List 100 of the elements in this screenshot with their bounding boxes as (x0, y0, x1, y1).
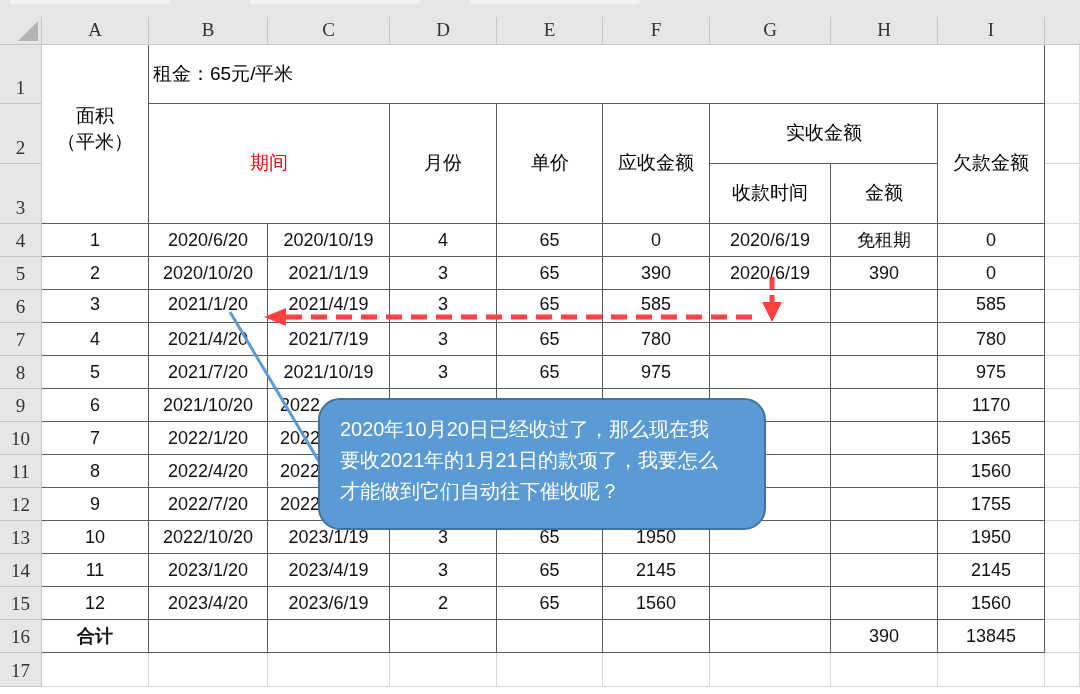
table-cell: 585 (938, 290, 1045, 323)
table-cell: 2022/4/20 (149, 455, 268, 488)
column-header[interactable]: A (42, 17, 149, 45)
column-header[interactable]: E (497, 17, 603, 45)
table-cell: 欠款金额 (938, 104, 1045, 224)
table-cell: 2 (390, 587, 497, 620)
table-cell: 2 (42, 257, 149, 290)
row-header[interactable]: 9 (0, 389, 42, 422)
table-cell: 3 (390, 554, 497, 587)
row-header[interactable]: 5 (0, 257, 42, 290)
row-header[interactable]: 13 (0, 521, 42, 554)
column-header[interactable]: D (390, 17, 497, 45)
table-cell: 2145 (603, 554, 710, 587)
table-cell: 2021/1/20 (149, 290, 268, 323)
table-cell: 4 (390, 224, 497, 257)
table-cell: 390 (603, 257, 710, 290)
table-cell: 1560 (938, 587, 1045, 620)
table-cell: 1950 (938, 521, 1045, 554)
row-header[interactable]: 2 (0, 104, 42, 164)
table-cell: 2145 (938, 554, 1045, 587)
table-cell: 1755 (938, 488, 1045, 521)
column-header[interactable]: F (603, 17, 710, 45)
table-cell: 3 (42, 290, 149, 323)
table-cell: 1170 (938, 389, 1045, 422)
table-cell: 975 (938, 356, 1045, 389)
table-cell: 2021/10/20 (149, 389, 268, 422)
table-cell: 390 (831, 257, 938, 290)
table-cell: 1365 (938, 422, 1045, 455)
row-header[interactable]: 8 (0, 356, 42, 389)
column-header[interactable]: H (831, 17, 938, 45)
table-cell: 2021/7/20 (149, 356, 268, 389)
table-cell: 6 (42, 389, 149, 422)
table-cell: 2022/1/20 (149, 422, 268, 455)
table-cell: 2023/4/19 (268, 554, 390, 587)
table-cell: 3 (390, 257, 497, 290)
row-header[interactable]: 11 (0, 455, 42, 488)
row-header[interactable]: 4 (0, 224, 42, 257)
callout-bubble: 2020年10月20日已经收过了，那么现在我要收2021年的1月21日的款项了，我要怎么才能做到它们自动往下催收呢？ (318, 398, 766, 530)
table-cell: 65 (497, 224, 603, 257)
table-cell: 7 (42, 422, 149, 455)
table-cell: 2020/6/19 (710, 257, 831, 290)
row-header[interactable]: 16 (0, 620, 42, 653)
table-cell: 0 (938, 257, 1045, 290)
table-cell: 免租期 (831, 224, 938, 257)
column-header[interactable]: B (149, 17, 268, 45)
row-header[interactable]: 6 (0, 290, 42, 323)
table-cell: 65 (497, 356, 603, 389)
table-cell: 2021/10/19 (268, 356, 390, 389)
table-cell: 租金：65元/平米 (149, 45, 1045, 104)
table-cell: 9 (42, 488, 149, 521)
table-cell: 1560 (938, 455, 1045, 488)
table-cell: 0 (603, 224, 710, 257)
table-cell: 1 (42, 224, 149, 257)
table-cell: 10 (42, 521, 149, 554)
column-header[interactable]: I (938, 17, 1045, 45)
row-header[interactable]: 14 (0, 554, 42, 587)
column-header[interactable]: G (710, 17, 831, 45)
table-cell: 4 (42, 323, 149, 356)
row-header[interactable]: 3 (0, 164, 42, 224)
table-cell: 2022/7/20 (149, 488, 268, 521)
table-cell: 合计 (42, 620, 149, 653)
table-cell: 3 (390, 323, 497, 356)
table-cell: 2020/10/20 (149, 257, 268, 290)
row-header[interactable]: 17 (0, 653, 42, 687)
table-cell: 585 (603, 290, 710, 323)
table-cell: 0 (938, 224, 1045, 257)
table-cell: 金额 (831, 164, 938, 224)
table-cell: 65 (497, 587, 603, 620)
table-cell: 月份 (390, 104, 497, 224)
column-header[interactable]: C (268, 17, 390, 45)
row-header[interactable]: 1 (0, 45, 42, 104)
table-cell: 实收金额 (710, 104, 938, 164)
table-cell: 12 (42, 587, 149, 620)
table-cell: 应收金额 (603, 104, 710, 224)
table-cell: 2023/1/20 (149, 554, 268, 587)
row-header[interactable]: 10 (0, 422, 42, 455)
table-cell: 3 (390, 356, 497, 389)
table-cell: 收款时间 (710, 164, 831, 224)
table-cell: 65 (497, 257, 603, 290)
table-cell: 390 (831, 620, 938, 653)
table-cell: 单价 (497, 104, 603, 224)
table-cell: 5 (42, 356, 149, 389)
row-header[interactable]: 7 (0, 323, 42, 356)
table-cell: 面积 （平米） (42, 45, 149, 224)
table-cell: 2020/6/20 (149, 224, 268, 257)
table-cell: 8 (42, 455, 149, 488)
table-cell: 780 (938, 323, 1045, 356)
table-cell: 975 (603, 356, 710, 389)
table-cell: 65 (497, 290, 603, 323)
table-cell: 2020/6/19 (710, 224, 831, 257)
table-cell: 780 (603, 323, 710, 356)
table-cell: 65 (497, 323, 603, 356)
table-cell: 2023/6/19 (268, 587, 390, 620)
row-header[interactable]: 15 (0, 587, 42, 620)
row-header[interactable]: 12 (0, 488, 42, 521)
table-cell: 2021/1/19 (268, 257, 390, 290)
table-cell: 2020/10/19 (268, 224, 390, 257)
table-cell: 13845 (938, 620, 1045, 653)
table-cell: 3 (390, 290, 497, 323)
table-cell: 2022/10/20 (149, 521, 268, 554)
